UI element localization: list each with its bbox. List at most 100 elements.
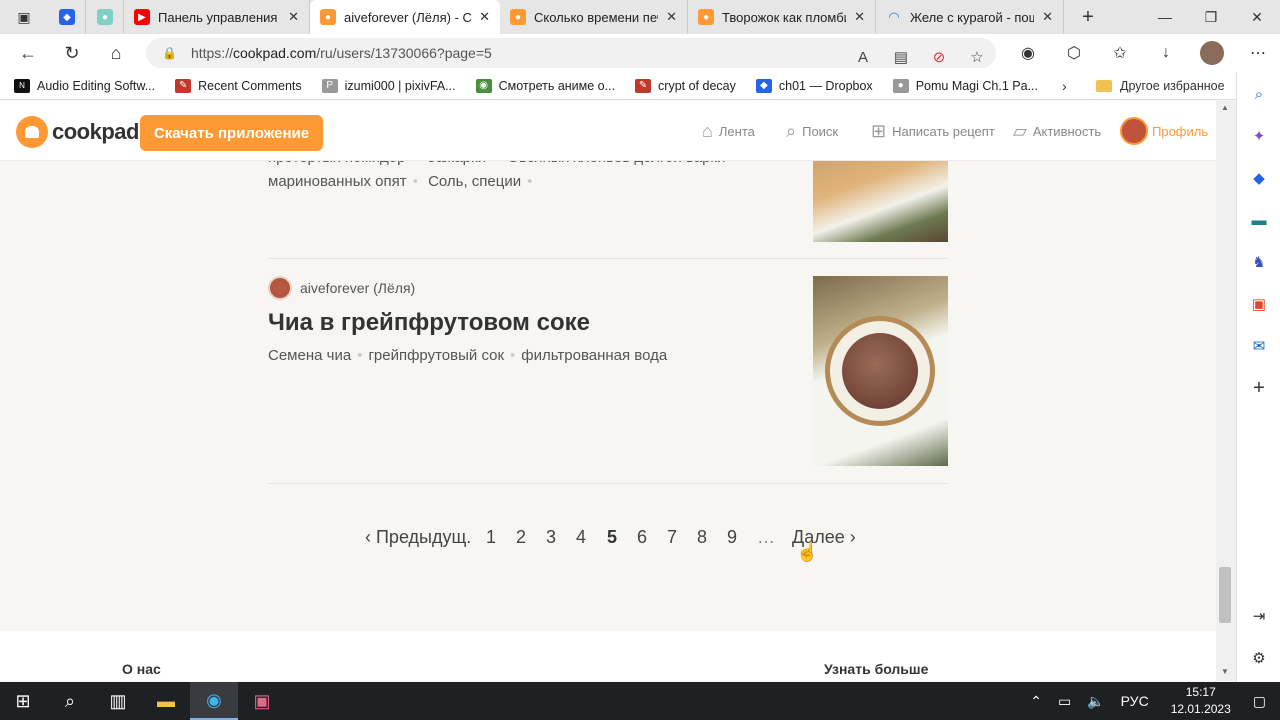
recipe-image[interactable] bbox=[813, 276, 948, 466]
vertical-scrollbar[interactable]: ▲ ▼ bbox=[1216, 101, 1236, 681]
clock-date: 12.01.2023 bbox=[1170, 702, 1231, 716]
back-icon[interactable]: ← bbox=[6, 34, 50, 72]
page-link[interactable]: 1 bbox=[486, 527, 496, 548]
page-link[interactable]: 2 bbox=[516, 527, 526, 548]
battery-icon[interactable]: ▭ bbox=[1058, 693, 1071, 710]
close-icon[interactable]: ✕ bbox=[666, 9, 677, 25]
nav-search[interactable]: ⌕ Поиск bbox=[786, 121, 838, 142]
close-icon[interactable]: ✕ bbox=[288, 9, 299, 25]
volume-icon[interactable]: 🔈 bbox=[1087, 693, 1104, 710]
restore-icon[interactable]: ❐ bbox=[1188, 0, 1234, 34]
cookpad-icon: ● bbox=[698, 9, 714, 25]
edge-browser-icon[interactable]: ◉ bbox=[190, 682, 238, 720]
extensions-icon[interactable]: ⬡ bbox=[1051, 43, 1097, 63]
tab-pinned-dropbox[interactable]: ◆ bbox=[48, 0, 86, 34]
close-icon[interactable]: ✕ bbox=[854, 9, 865, 25]
vpn-icon[interactable]: ◉ bbox=[1005, 43, 1051, 63]
minimize-icon[interactable]: — bbox=[1142, 0, 1188, 34]
file-explorer-icon[interactable]: ▬ bbox=[142, 682, 190, 720]
tab-cookpad-2[interactable]: ● Сколько времени печ ✕ bbox=[500, 0, 688, 34]
tab-cookpad-profile[interactable]: ● aiveforever (Лёля) - Со ✕ bbox=[310, 0, 500, 34]
mouse-cursor-icon: ☝ bbox=[796, 542, 819, 562]
settings-gear-icon[interactable]: ⚙ bbox=[1249, 648, 1269, 668]
bookmark-item[interactable]: ● Pomu Magi Ch.1 Pa... bbox=[892, 78, 1038, 93]
nav-profile[interactable]: Профиль bbox=[1120, 117, 1208, 145]
shopping-icon[interactable]: ◆ bbox=[1249, 168, 1269, 188]
downloads-icon[interactable]: ↓ bbox=[1143, 44, 1189, 62]
url-prefix: https:// bbox=[190, 45, 233, 61]
scroll-up-icon[interactable]: ▲ bbox=[1221, 103, 1229, 112]
lock-icon[interactable]: 🔒 bbox=[162, 46, 177, 60]
nav-search-label: Поиск bbox=[802, 124, 839, 139]
reader-view-icon[interactable]: ▤ bbox=[882, 48, 920, 66]
recipe-ingredients: Семена чиа • грейпфрутовый сок • фильтрованн… bbox=[268, 347, 668, 364]
bookmark-label: Pomu Magi Ch.1 Pa... bbox=[915, 78, 1038, 93]
tab-cookpad-3[interactable]: ● Творожок как пломби ✕ bbox=[688, 0, 876, 34]
clock[interactable]: 15:17 12.01.2023 bbox=[1171, 684, 1231, 718]
tools-icon[interactable]: ▬ bbox=[1249, 210, 1269, 230]
add-favorite-icon[interactable]: ☆ bbox=[958, 48, 996, 66]
chevron-right-icon[interactable]: › bbox=[1062, 72, 1067, 100]
page-link[interactable]: 7 bbox=[667, 527, 677, 548]
recipe-author[interactable]: aiveforever (Лёля) bbox=[268, 276, 415, 300]
page-link[interactable]: 9 bbox=[727, 527, 737, 548]
search-icon[interactable]: ⌕ bbox=[1249, 84, 1269, 104]
task-view-icon[interactable]: ▥ bbox=[94, 682, 142, 720]
url-input[interactable]: 🔒 https://cookpad.com/ru/users/13730066?… bbox=[146, 38, 996, 68]
profile-avatar-icon[interactable] bbox=[1200, 41, 1224, 65]
tab-actions-icon[interactable]: ▣ bbox=[0, 0, 48, 34]
tab-youtube[interactable]: ▶ Панель управления ка ✕ bbox=[124, 0, 310, 34]
nav-activity[interactable]: ▱ Активность bbox=[1013, 121, 1101, 142]
scrollbar-thumb[interactable] bbox=[1219, 567, 1231, 623]
page-link[interactable]: 6 bbox=[637, 527, 647, 548]
bookmark-item[interactable]: Pizumi000 | pixivFA... bbox=[321, 78, 456, 93]
search-icon[interactable]: ⌕ bbox=[46, 682, 94, 720]
close-icon[interactable]: ✕ bbox=[1042, 9, 1053, 25]
nav-write-label: Написать рецепт bbox=[892, 124, 995, 139]
language-indicator[interactable]: РУС bbox=[1121, 693, 1149, 709]
bookmark-item[interactable]: ✎ crypt of decay bbox=[635, 78, 736, 93]
page-link[interactable]: 4 bbox=[576, 527, 586, 548]
discover-icon[interactable]: ✦ bbox=[1249, 126, 1269, 146]
windows-start-icon[interactable]: ⊞ bbox=[0, 682, 46, 720]
prev-page-link[interactable]: ‹ Предыдущ. bbox=[365, 527, 471, 548]
scroll-down-icon[interactable]: ▼ bbox=[1221, 667, 1229, 676]
footer-about[interactable]: О нас bbox=[122, 661, 161, 677]
current-page: 5 bbox=[607, 527, 618, 547]
bookmark-item[interactable]: ✎ Recent Comments bbox=[175, 78, 302, 93]
tab-pinned-app[interactable]: ● bbox=[86, 0, 124, 34]
cookpad-icon: ● bbox=[320, 9, 336, 25]
dropbox-icon: ◆ bbox=[59, 9, 75, 25]
tab-loading[interactable]: ◠ Желе с курагой - пош ✕ bbox=[876, 0, 1064, 34]
bookmark-item[interactable]: N Audio Editing Softw... bbox=[14, 78, 155, 93]
notifications-icon[interactable]: ▢ bbox=[1253, 693, 1266, 710]
nav-feed[interactable]: ⌂ Лента bbox=[702, 121, 755, 142]
games-icon[interactable]: ♞ bbox=[1249, 252, 1269, 272]
download-app-button[interactable]: Скачать приложение bbox=[140, 115, 323, 151]
page-link[interactable]: 8 bbox=[697, 527, 707, 548]
home-icon[interactable]: ⌂ bbox=[94, 34, 138, 72]
close-window-icon[interactable]: ✕ bbox=[1234, 0, 1280, 34]
new-tab-icon[interactable]: + bbox=[1064, 0, 1112, 34]
office-icon[interactable]: ▣ bbox=[1249, 294, 1269, 314]
bookmark-item[interactable]: ◉ Смотреть аниме о... bbox=[475, 78, 615, 93]
page-link[interactable]: 3 bbox=[546, 527, 556, 548]
pencil-icon: ✎ bbox=[175, 78, 192, 93]
hide-sidebar-icon[interactable]: ⇥ bbox=[1249, 606, 1269, 626]
nav-write-recipe[interactable]: ⊞ Написать рецепт bbox=[871, 121, 995, 142]
other-favorites[interactable]: Другое избранное bbox=[1096, 72, 1225, 100]
chevron-up-icon[interactable]: ⌃ bbox=[1030, 693, 1042, 710]
tracking-icon[interactable]: ⊘ bbox=[920, 48, 958, 66]
bookmark-item[interactable]: ◆ ch01 — Dropbox bbox=[755, 78, 873, 93]
more-icon[interactable]: ⋯ bbox=[1235, 43, 1280, 63]
refresh-icon[interactable]: ↻ bbox=[50, 34, 94, 72]
outlook-icon[interactable]: ✉ bbox=[1249, 336, 1269, 356]
footer-learn-more[interactable]: Узнать больше bbox=[824, 661, 928, 677]
read-aloud-icon[interactable]: A bbox=[844, 49, 882, 66]
recipe-title[interactable]: Чиа в грейпфрутовом соке bbox=[268, 309, 590, 337]
add-icon[interactable]: + bbox=[1249, 377, 1269, 399]
cookpad-logo[interactable]: cookpad bbox=[16, 116, 139, 148]
favorites-icon[interactable]: ✩ bbox=[1097, 43, 1143, 63]
close-icon[interactable]: ✕ bbox=[479, 9, 490, 25]
app-icon[interactable]: ▣ bbox=[238, 682, 286, 720]
